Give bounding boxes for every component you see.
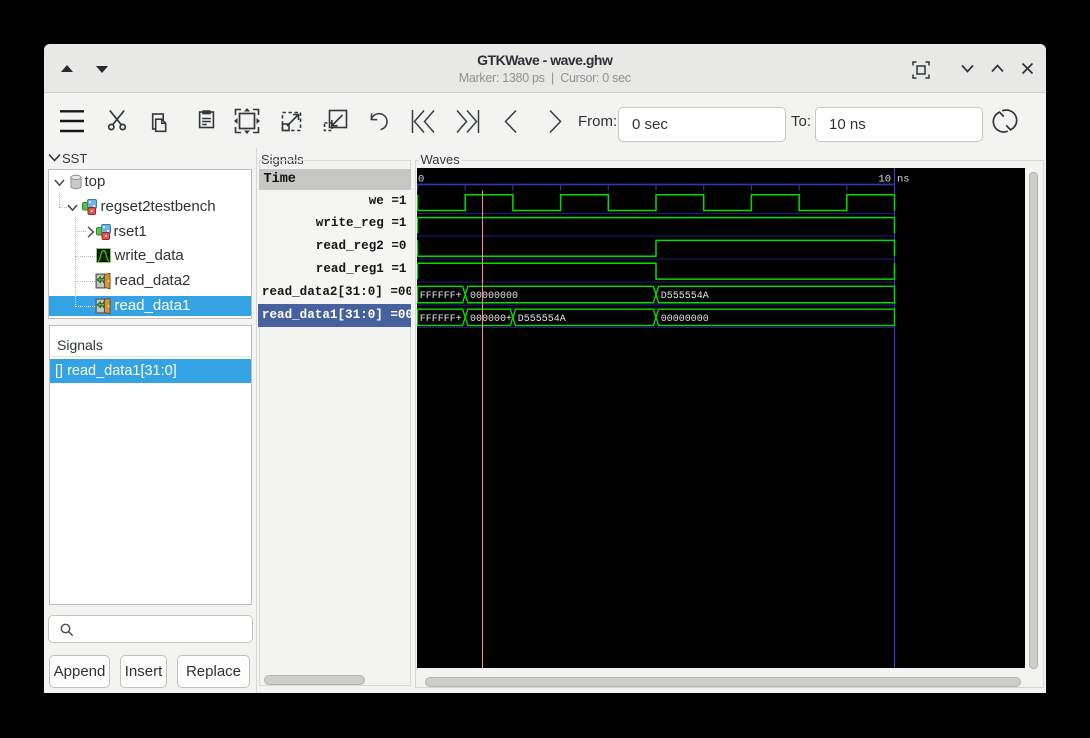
svg-text:ns: ns <box>897 173 910 185</box>
svg-text:0: 0 <box>418 173 424 185</box>
svg-text:FFFFFF+: FFFFFF+ <box>420 313 462 324</box>
svg-text:00000000: 00000000 <box>661 313 709 324</box>
svg-text:000000+: 000000+ <box>470 313 512 324</box>
svg-text:00000000: 00000000 <box>470 291 518 302</box>
svg-text:D555554A: D555554A <box>518 313 566 324</box>
svg-text:10: 10 <box>878 173 891 185</box>
svg-text:D555554A: D555554A <box>661 291 709 302</box>
svg-text:FFFFFF+: FFFFFF+ <box>420 291 462 302</box>
